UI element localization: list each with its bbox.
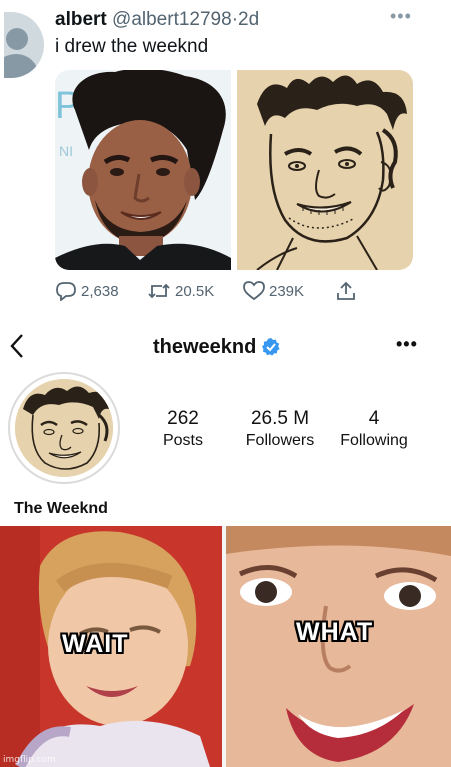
verified-badge-icon [262,338,280,356]
reply-button[interactable]: 2,638 [55,281,119,301]
retweet-button[interactable]: 20.5K [147,281,214,301]
posts-label: Posts [162,432,203,449]
user-handle[interactable]: @albert12798 [112,9,232,30]
followers-count: 26.5 M [250,408,310,429]
reply-icon [56,282,76,301]
pen-sketch-image[interactable] [237,70,413,270]
like-button[interactable]: 239K [243,281,304,301]
default-avatar-icon[interactable] [4,12,44,78]
like-count: 239K [269,282,305,300]
posts-count: 262 [167,408,199,429]
following-count: 4 [368,408,380,429]
imgflip-watermark: imgflip.com [3,755,56,765]
meme-caption-what: WHAT [296,618,374,646]
heart-icon [243,281,265,301]
svg-text:NI: NI [59,143,73,159]
meme-caption-wait: WAIT [62,630,129,658]
reply-count: 2,638 [81,282,119,300]
profile-avatar-drawing [15,379,113,477]
posts-stat[interactable]: 262 Posts [160,408,206,450]
photo-image[interactable]: P NI [55,70,231,270]
instagram-profile: theweeknd ••• 262 Posts 26.5 M Followers… [0,318,451,526]
tweet-media[interactable]: P NI [55,70,413,270]
retweet-count: 20.5K [175,282,215,300]
profile-avatar[interactable] [8,372,120,484]
followers-stat[interactable]: 26.5 M Followers [238,408,322,450]
share-button[interactable] [336,281,356,301]
retweet-icon [148,283,170,299]
following-label: Following [340,432,408,449]
following-stat[interactable]: 4 Following [334,408,414,450]
more-options-icon[interactable]: ••• [390,6,412,27]
tweet: albert @albert12798·2d ••• i drew the we… [0,0,451,318]
tweet-header: albert @albert12798·2d [55,9,259,31]
display-name[interactable]: albert [55,9,107,30]
more-options-icon[interactable]: ••• [396,334,418,355]
wait-what-meme: WAIT WHAT imgflip.com [0,526,451,767]
profile-username: theweeknd [153,336,257,358]
back-chevron-icon[interactable] [8,332,26,360]
share-icon [337,281,355,300]
tweet-actions: 2,638 20.5K 239K [55,281,415,303]
tweet-text: i drew the weeknd [55,36,209,57]
profile-full-name: The Weeknd [14,500,108,517]
followers-label: Followers [245,432,315,449]
tweet-age[interactable]: 2d [238,9,259,30]
